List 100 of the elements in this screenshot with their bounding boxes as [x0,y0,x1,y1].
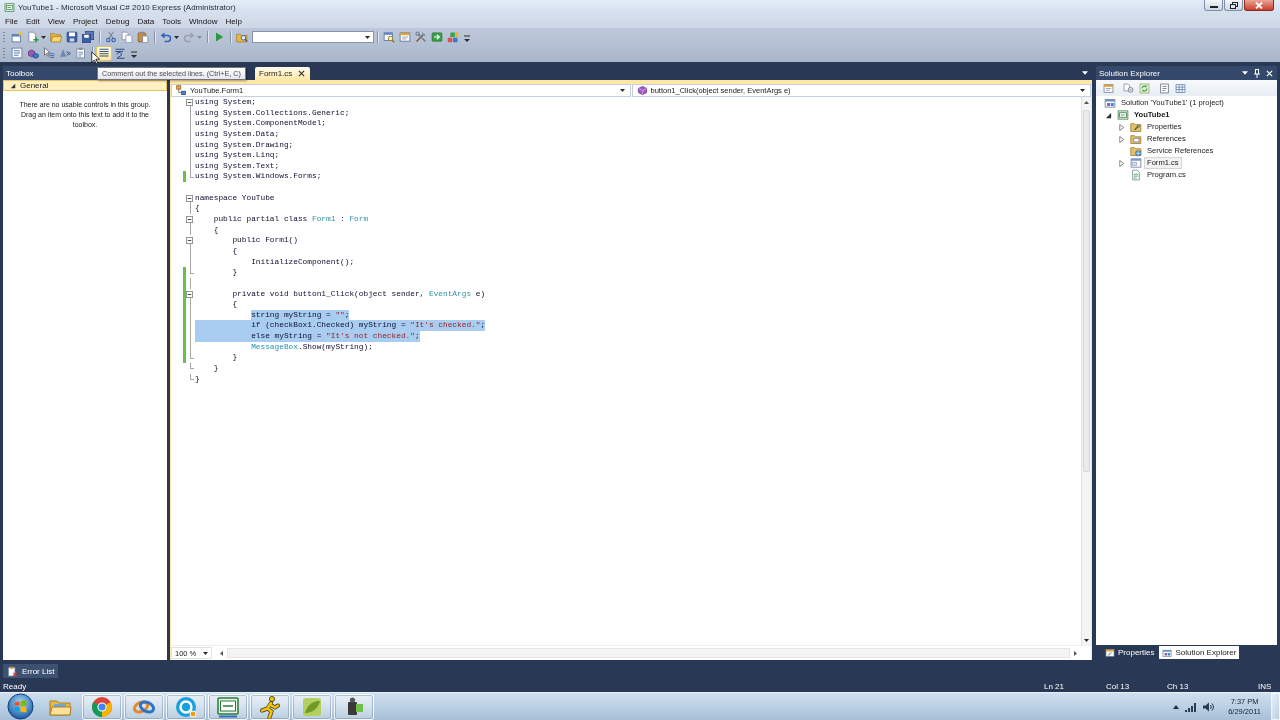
clipboard-list-icon [75,47,87,59]
collapse-icon[interactable] [186,99,193,106]
caret-icon[interactable] [1242,71,1248,75]
linked-boxes-icon [176,85,187,96]
group-header[interactable]: General [3,80,167,91]
scroll-up-icon [1084,101,1089,104]
scroll-left-icon[interactable] [220,650,223,656]
signal-icon[interactable] [1185,701,1198,712]
triangle-right-icon[interactable] [1118,123,1125,131]
overflow-icon[interactable] [464,35,470,43]
code-window-icon [4,1,15,13]
add-document-icon [27,31,39,43]
close-icon[interactable] [298,70,306,77]
scissors-icon [105,31,117,43]
pointer-icon [91,51,100,65]
restore-icon [1229,1,1238,9]
collapse-icon[interactable] [186,216,193,224]
panel-tab[interactable]: Error List [3,664,59,678]
triangle-down-icon [10,82,16,89]
combo-field[interactable] [252,31,374,43]
wrench-folder-icon [1130,121,1142,133]
menu-item[interactable]: Data [133,14,159,28]
window-boxes-icon [1162,647,1173,658]
running-figure-icon [258,694,282,719]
toolbar-button[interactable] [9,29,25,45]
show-hidden-icon[interactable] [1173,704,1180,709]
menu-item[interactable]: Window [184,14,222,28]
ring-icon [174,694,198,719]
toolbar-button[interactable] [96,45,112,61]
copy-icon [121,31,133,43]
caret-icon [203,651,208,655]
arrow-box-icon [431,31,443,43]
taskbar-button[interactable] [250,693,290,720]
window-title: YouTube1 - Microsoft Visual C# 2010 Express (Administrator) [18,2,236,12]
collapse-icon[interactable] [186,194,193,202]
toolbar-button[interactable] [25,29,48,45]
caret-icon [619,89,625,92]
scroll-down-icon [1084,639,1089,642]
window-search-icon [383,31,395,43]
tools-icon [415,31,427,43]
caret-icon[interactable] [1082,71,1088,75]
list-window-icon [11,47,23,59]
horizontal-scrollbar[interactable] [227,648,1070,658]
scroll-right-icon[interactable] [1074,650,1077,656]
taskbar-button[interactable] [124,693,164,720]
triangle-chevron-icon [59,47,71,59]
flag-icon [6,693,34,720]
play-icon [213,31,225,43]
lines-icon [98,47,110,59]
minimize-button[interactable] [1204,0,1223,11]
pointer-list-icon [43,47,55,59]
toolbar-button[interactable] [103,29,119,45]
menu-item[interactable]: Project [68,14,102,28]
panel-tab[interactable]: Properties [1102,646,1158,659]
vertical-scrollbar[interactable] [1081,97,1091,645]
save-all-icon [82,31,94,43]
caret-icon [41,35,46,39]
overflow-icon[interactable] [131,51,137,59]
triangle-down-icon[interactable] [1105,111,1112,119]
triangle-right-icon[interactable] [1118,159,1125,167]
menu-item[interactable]: Debug [101,14,134,28]
panel-title: Toolbox [6,68,34,78]
taskbar-button[interactable] [208,693,248,720]
globe-folder-icon [1130,145,1142,157]
refresh-icon [1138,82,1150,94]
close-button[interactable] [1244,0,1274,11]
toolbar-button[interactable] [381,29,397,45]
menu-item[interactable]: Edit [21,14,44,28]
taskbar-button[interactable] [334,693,374,720]
status-text: Ln 21 [1044,681,1066,691]
caret-icon [197,35,202,39]
pin-icon[interactable] [1254,68,1260,78]
clipboard-icon [137,31,149,43]
collapse-icon[interactable] [186,237,193,245]
menu-item[interactable]: Tools [158,14,185,28]
toolbar-button[interactable] [80,29,96,45]
menu-item[interactable]: Help [221,14,246,28]
restore-button[interactable] [1224,0,1243,11]
volume-icon[interactable] [1203,701,1215,712]
new-window-icon [11,31,23,43]
window-icon [1102,82,1114,94]
toolbar-button[interactable] [135,29,151,45]
color-wheel-icon [90,694,114,719]
close-icon [1255,1,1263,9]
menu-item[interactable]: File [1,14,22,28]
caret-icon [1080,89,1085,92]
status-text: Ch 13 [1167,681,1190,691]
cubes-icon [27,47,39,59]
toolbar-button[interactable] [41,45,57,61]
status-text: INS [1258,681,1273,691]
grid-icon [1174,82,1186,94]
blocks-icon [447,31,459,43]
toolbar-button[interactable] [64,29,80,45]
document-tab[interactable]: Form1.cs [255,67,311,80]
triangle-right-icon[interactable] [1118,135,1125,143]
menu-item[interactable]: View [43,14,69,28]
collapse-icon[interactable] [186,290,193,298]
redo-icon [183,31,195,43]
folder-icon [1130,133,1142,145]
panel-tab[interactable]: Solution Explorer [1159,646,1240,659]
